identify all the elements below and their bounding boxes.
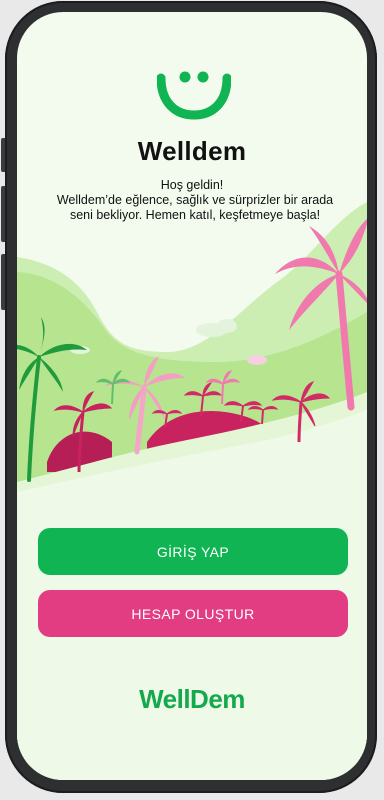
- login-button[interactable]: GİRİŞ YAP: [38, 528, 348, 575]
- smiley-face-icon: [157, 71, 231, 120]
- brand-wordmark: WellDem: [139, 684, 245, 714]
- tropical-illustration: [17, 202, 367, 780]
- welcome-greeting: Hoş geldin!: [160, 178, 224, 192]
- welcome-description: Welldem’de eğlence, sağlık ve sürprizler…: [56, 193, 334, 222]
- welcome-screen: Welldem Hoş geldin! Welldem’de eğlence, …: [17, 12, 367, 780]
- app-title: Welldem: [137, 136, 247, 166]
- phone-mockup: Welldem Hoş geldin! Welldem’de eğlence, …: [0, 0, 384, 800]
- create-account-button[interactable]: HESAP OLUŞTUR: [38, 590, 348, 637]
